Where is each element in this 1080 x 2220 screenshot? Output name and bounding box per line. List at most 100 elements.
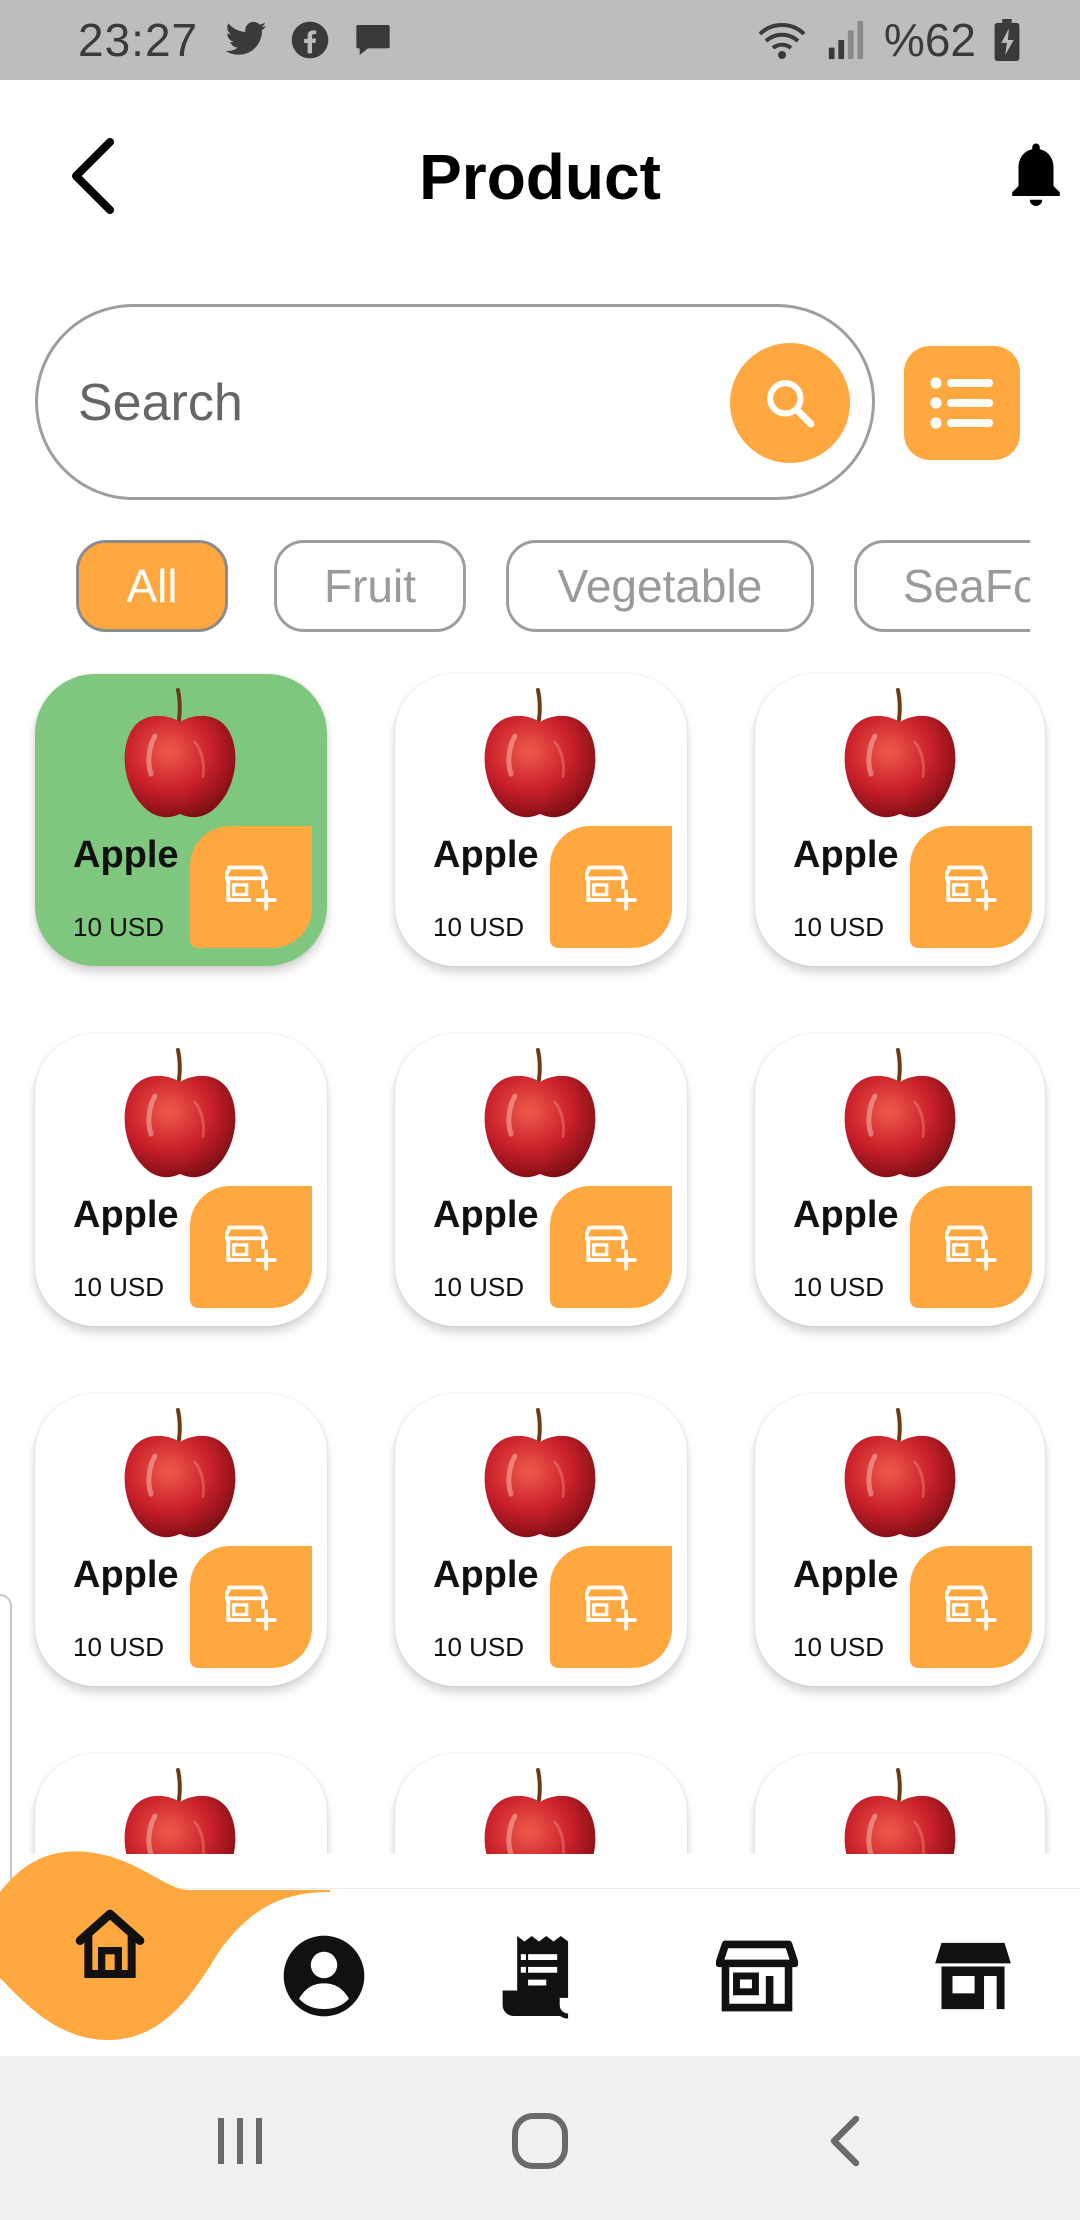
product-card[interactable]: Apple 10 USD bbox=[395, 1034, 687, 1326]
add-to-cart-button[interactable] bbox=[190, 1186, 312, 1308]
recent-apps-button[interactable] bbox=[200, 2106, 280, 2176]
product-price: 10 USD bbox=[433, 1272, 525, 1302]
home-circle-icon bbox=[512, 2113, 568, 2169]
product-card[interactable]: Apple 10 USD bbox=[35, 1034, 327, 1326]
back-arrow-icon bbox=[830, 2115, 860, 2167]
apple-image bbox=[835, 1766, 965, 1854]
apple-image bbox=[835, 1046, 965, 1186]
product-card[interactable]: Apple 10 USD bbox=[35, 674, 327, 966]
receipt-icon bbox=[502, 1936, 569, 2019]
category-chip-all[interactable]: All bbox=[76, 540, 228, 632]
product-name: Apple bbox=[433, 1554, 539, 1596]
search-bar bbox=[35, 304, 875, 500]
product-card[interactable]: Apple 10 USD bbox=[755, 674, 1045, 966]
product-price: 10 USD bbox=[433, 912, 525, 942]
product-card[interactable] bbox=[755, 1754, 1045, 1854]
bell-icon bbox=[1012, 143, 1060, 206]
apple-image bbox=[475, 1406, 605, 1546]
apple-image bbox=[475, 686, 605, 826]
category-chips: All Fruit Vegetable SeaFo bbox=[0, 540, 1030, 636]
add-to-cart-button[interactable] bbox=[550, 1546, 672, 1668]
notification-button[interactable] bbox=[1006, 138, 1070, 214]
product-price: 10 USD bbox=[73, 1272, 165, 1302]
search-icon bbox=[767, 380, 815, 428]
product-price: 10 USD bbox=[433, 1632, 525, 1662]
add-to-cart-button[interactable] bbox=[190, 1546, 312, 1668]
add-to-cart-button[interactable] bbox=[910, 1186, 1032, 1308]
add-to-cart-icon bbox=[225, 1223, 277, 1271]
product-card[interactable]: Apple 10 USD bbox=[395, 1394, 687, 1686]
apple-image bbox=[835, 1406, 965, 1546]
add-to-cart-button[interactable] bbox=[190, 826, 312, 948]
product-price: 10 USD bbox=[793, 912, 885, 942]
product-card[interactable]: Apple 10 USD bbox=[755, 1034, 1045, 1326]
add-to-cart-icon bbox=[945, 1583, 997, 1631]
nav-shop[interactable] bbox=[930, 1928, 1016, 2024]
shop-icon bbox=[935, 1942, 1011, 2010]
product-card[interactable]: Apple 10 USD bbox=[35, 1394, 327, 1686]
product-name: Apple bbox=[73, 834, 179, 876]
apple-image bbox=[475, 1766, 605, 1854]
apple-image bbox=[115, 1406, 245, 1546]
notification-icons bbox=[224, 20, 394, 60]
category-chip-vegetable[interactable]: Vegetable bbox=[506, 540, 814, 632]
product-card[interactable]: Apple 10 USD bbox=[395, 674, 687, 966]
category-chip-seafood[interactable]: SeaFo bbox=[854, 540, 1030, 632]
apple-image bbox=[115, 686, 245, 826]
search-input[interactable] bbox=[76, 357, 720, 449]
twitter-icon bbox=[225, 21, 267, 55]
search-button[interactable] bbox=[730, 343, 850, 463]
add-to-cart-button[interactable] bbox=[910, 826, 1032, 948]
add-to-cart-icon bbox=[585, 1223, 637, 1271]
product-price: 10 USD bbox=[73, 1632, 165, 1662]
nav-store[interactable] bbox=[714, 1928, 800, 2024]
apple-image bbox=[115, 1766, 245, 1854]
store-icon bbox=[716, 1940, 798, 2012]
product-grid: Apple 10 USD Apple 10 USD Apple 10 USD A… bbox=[0, 660, 1080, 1854]
category-chip-fruit[interactable]: Fruit bbox=[274, 540, 466, 632]
product-name: Apple bbox=[793, 1554, 899, 1596]
add-to-cart-icon bbox=[225, 863, 277, 911]
system-navigation-bar bbox=[0, 2056, 1080, 2220]
battery-charging-icon bbox=[994, 19, 1020, 61]
nav-orders[interactable] bbox=[494, 1928, 584, 2024]
add-to-cart-button[interactable] bbox=[910, 1546, 1032, 1668]
apple-image bbox=[835, 686, 965, 826]
add-to-cart-button[interactable] bbox=[550, 1186, 672, 1308]
product-name: Apple bbox=[433, 1194, 539, 1236]
nav-profile[interactable] bbox=[276, 1928, 372, 2024]
product-name: Apple bbox=[433, 834, 539, 876]
system-status: %62 bbox=[756, 13, 1020, 67]
app-header: Product bbox=[0, 80, 1080, 270]
add-to-cart-icon bbox=[585, 863, 637, 911]
nav-home[interactable] bbox=[62, 1896, 158, 1992]
apple-image bbox=[115, 1046, 245, 1186]
add-to-cart-icon bbox=[945, 863, 997, 911]
system-back-button[interactable] bbox=[804, 2106, 884, 2176]
product-name: Apple bbox=[793, 834, 899, 876]
wifi-icon bbox=[758, 23, 806, 59]
facebook-icon bbox=[291, 21, 329, 59]
add-to-cart-icon bbox=[585, 1583, 637, 1631]
add-to-cart-button[interactable] bbox=[550, 826, 672, 948]
signal-icon bbox=[828, 20, 864, 60]
filter-list-button[interactable] bbox=[904, 346, 1020, 460]
product-price: 10 USD bbox=[73, 912, 165, 942]
product-card[interactable] bbox=[35, 1754, 327, 1854]
product-name: Apple bbox=[73, 1194, 179, 1236]
message-icon bbox=[356, 25, 390, 55]
recent-apps-icon bbox=[218, 2118, 262, 2164]
product-card[interactable]: Apple 10 USD bbox=[755, 1394, 1045, 1686]
battery-percent: %62 bbox=[883, 14, 976, 66]
status-time: 23:27 bbox=[78, 14, 199, 66]
home-icon bbox=[75, 1909, 145, 1978]
apple-image bbox=[475, 1046, 605, 1186]
page-title: Product bbox=[419, 141, 661, 213]
add-to-cart-icon bbox=[225, 1583, 277, 1631]
product-price: 10 USD bbox=[793, 1272, 885, 1302]
product-name: Apple bbox=[73, 1554, 179, 1596]
home-button[interactable] bbox=[500, 2106, 580, 2176]
product-card[interactable] bbox=[395, 1754, 687, 1854]
list-icon bbox=[930, 377, 993, 429]
status-bar: 23:27 %62 bbox=[0, 0, 1080, 80]
